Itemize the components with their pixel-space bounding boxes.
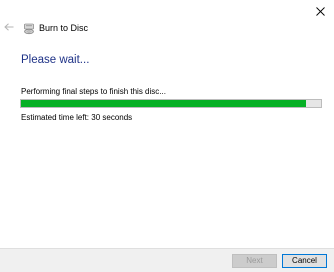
- title-bar: Burn to Disc: [23, 21, 88, 35]
- close-icon: [315, 6, 325, 16]
- close-button[interactable]: [306, 0, 334, 22]
- dialog-footer: Next Cancel: [0, 248, 334, 272]
- back-arrow-icon: [4, 23, 14, 31]
- back-button[interactable]: [2, 20, 16, 34]
- next-button[interactable]: Next: [232, 254, 277, 268]
- status-message: Performing final steps to finish this di…: [21, 87, 166, 96]
- window-title: Burn to Disc: [39, 23, 89, 33]
- progress-bar: [20, 99, 322, 108]
- burn-to-disc-window: Burn to Disc Please wait... Performing f…: [0, 0, 334, 272]
- page-heading: Please wait...: [21, 54, 90, 66]
- cancel-button[interactable]: Cancel: [282, 254, 327, 268]
- progress-bar-fill: [21, 100, 306, 107]
- time-remaining-text: Estimated time left: 30 seconds: [21, 113, 133, 122]
- burn-disc-icon: [23, 22, 35, 35]
